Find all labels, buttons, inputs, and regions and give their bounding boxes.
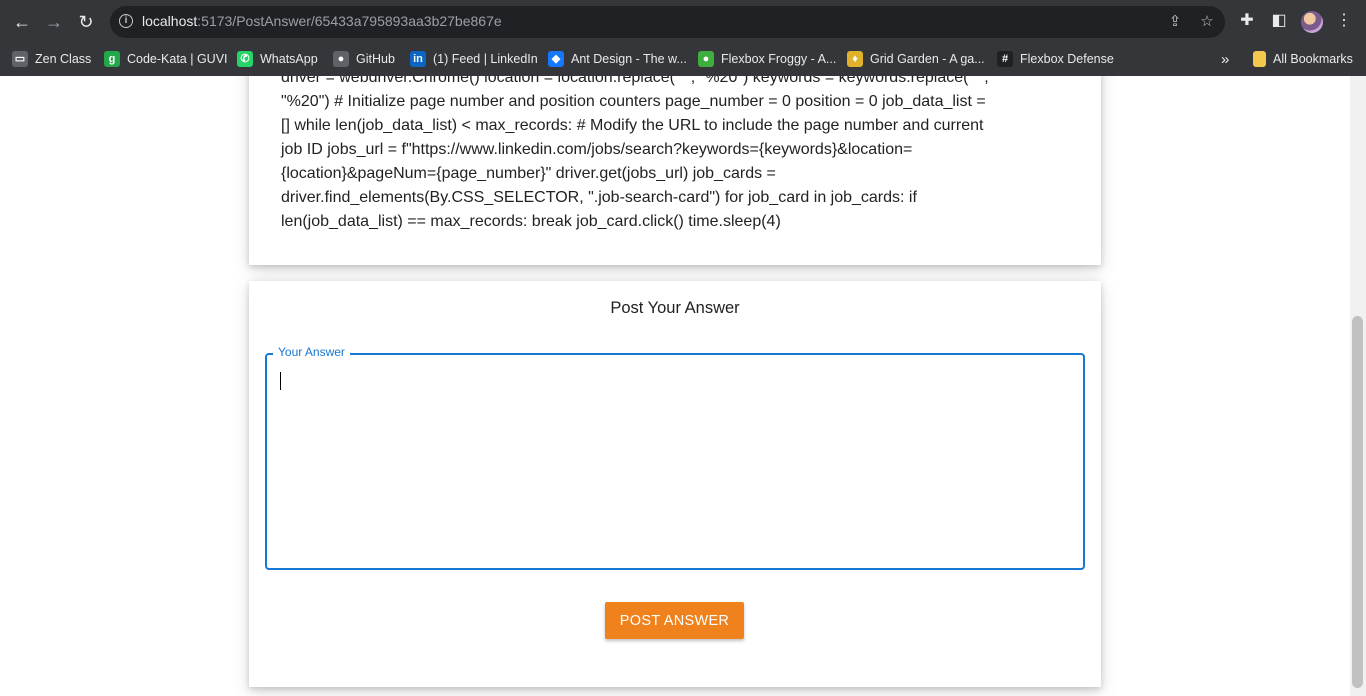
all-bookmarks-label: All Bookmarks	[1273, 52, 1353, 66]
bookmark-label: GitHub	[356, 52, 395, 66]
answer-form-title: Post Your Answer	[610, 299, 740, 317]
reload-icon[interactable]: ↻	[74, 10, 98, 34]
answer-field[interactable]	[265, 353, 1085, 570]
answer-field-label: Your Answer	[273, 345, 350, 359]
page-scrollbar[interactable]	[1350, 76, 1366, 696]
browser-chrome: ← → ↻ i localhost:5173/PostAnswer/65433a…	[0, 0, 1366, 76]
question-body: driver = webdriver.Chrome() location = l…	[281, 76, 989, 230]
folder-icon	[1253, 51, 1266, 67]
post-answer-button[interactable]: POST ANSWER	[605, 602, 744, 639]
forward-icon[interactable]: →	[42, 10, 66, 34]
answer-textarea[interactable]	[279, 365, 1069, 555]
bookmark-item[interactable]: ● GitHub	[333, 49, 395, 69]
bookmark-star-icon[interactable]: ☆	[1198, 13, 1216, 31]
bookmark-label: Code-Kata | GUVI	[127, 52, 228, 66]
url-host: localhost	[142, 13, 198, 29]
ant-design-icon: ◆	[548, 51, 564, 67]
bookmark-label: Flexbox Froggy - A...	[721, 52, 837, 66]
bookmark-item[interactable]: ▭ Zen Class	[12, 49, 91, 69]
bookmark-label: Grid Garden - A ga...	[870, 52, 985, 66]
bookmarks-bar: ▭ Zen Class g Code-Kata | GUVI ✆ WhatsApp ● Git…	[0, 44, 1366, 74]
url-path: :5173/PostAnswer/65433a795893aa3b27be867…	[197, 13, 502, 29]
bookmark-item[interactable]: ✆ WhatsApp	[237, 49, 318, 69]
address-bar[interactable]: i localhost:5173/PostAnswer/65433a795893…	[110, 6, 1225, 38]
whatsapp-icon: ✆	[237, 51, 253, 67]
all-bookmarks-button[interactable]: All Bookmarks	[1253, 49, 1353, 69]
bookmark-label: Zen Class	[35, 52, 92, 66]
extensions-icon[interactable]: ✚	[1237, 11, 1257, 31]
bookmarks-overflow-button[interactable]: »	[1221, 49, 1229, 69]
github-icon: ●	[333, 51, 349, 67]
bookmark-item[interactable]: ● Flexbox Froggy - A...	[698, 49, 836, 69]
bookmark-item[interactable]: in (1) Feed | LinkedIn	[410, 49, 538, 69]
bookmark-label: (1) Feed | LinkedIn	[433, 52, 538, 66]
zen-class-icon: ▭	[12, 51, 28, 67]
linkedin-icon: in	[410, 51, 426, 67]
share-icon[interactable]: ⇪	[1166, 13, 1184, 31]
bookmark-item[interactable]: g Code-Kata | GUVI	[104, 49, 228, 69]
code-kata-icon: g	[104, 51, 120, 67]
question-card: driver = webdriver.Chrome() location = l…	[249, 76, 1101, 265]
side-panel-icon[interactable]: ◧	[1269, 11, 1289, 31]
bookmark-item[interactable]: ♦ Grid Garden - A ga...	[847, 49, 985, 69]
browser-toolbar: ← → ↻ i localhost:5173/PostAnswer/65433a…	[0, 0, 1366, 44]
bookmark-label: WhatsApp	[260, 52, 318, 66]
flexbox-defense-icon: #	[997, 51, 1013, 67]
bookmark-label: Flexbox Defense	[1020, 52, 1114, 66]
answer-card: Post Your Answer Your Answer POST ANSWER	[249, 281, 1101, 687]
bookmark-item[interactable]: ◆ Ant Design - The w...	[548, 49, 687, 69]
flexbox-froggy-icon: ●	[698, 51, 714, 67]
text-caret	[280, 372, 281, 390]
menu-icon[interactable]: ⋮	[1334, 11, 1354, 31]
back-icon[interactable]: ←	[10, 10, 34, 34]
bookmark-label: Ant Design - The w...	[571, 52, 687, 66]
site-info-icon[interactable]: i	[119, 14, 133, 28]
scrollbar-thumb[interactable]	[1352, 316, 1363, 688]
page-viewport: driver = webdriver.Chrome() location = l…	[0, 76, 1350, 696]
bookmark-item[interactable]: # Flexbox Defense	[997, 49, 1114, 69]
grid-garden-icon: ♦	[847, 51, 863, 67]
profile-avatar[interactable]	[1301, 11, 1323, 33]
url-text[interactable]: localhost:5173/PostAnswer/65433a795893aa…	[142, 13, 502, 29]
